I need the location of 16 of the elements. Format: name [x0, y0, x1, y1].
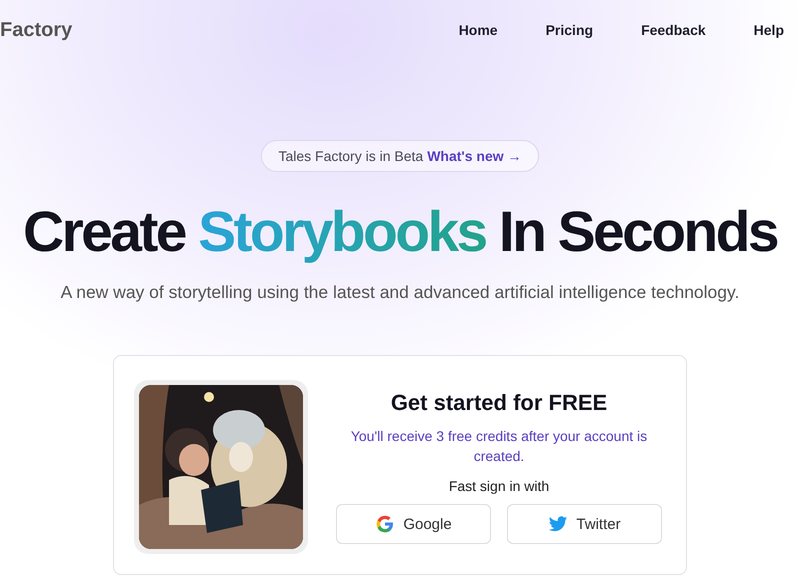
nav-link[interactable]: Pricing	[546, 22, 594, 38]
brand-name[interactable]: Factory	[0, 19, 72, 41]
google-button[interactable]: Google	[336, 504, 491, 544]
credits-note: You'll receive 3 free credits after your account is created.	[350, 427, 648, 466]
announcement-text: Tales Factory is in Beta	[278, 148, 424, 164]
whats-new-link[interactable]: What's new →	[427, 148, 522, 164]
nav-link[interactable]: Feedback	[641, 22, 706, 38]
sign-in-prompt: Fast sign in with	[448, 478, 550, 494]
headline: Create Storybooks In Seconds	[23, 202, 777, 262]
bird-icon	[548, 514, 568, 534]
nav-link[interactable]: Help	[754, 22, 784, 38]
subtitle: A new way of storytelling using the latest and advanced artificial intelligence technology.	[60, 282, 740, 303]
signup-title: Get started for FREE	[390, 390, 608, 416]
google-icon	[375, 514, 396, 534]
nav-link[interactable]: Home	[458, 22, 498, 38]
twitter-button[interactable]: Twitter	[507, 504, 662, 544]
